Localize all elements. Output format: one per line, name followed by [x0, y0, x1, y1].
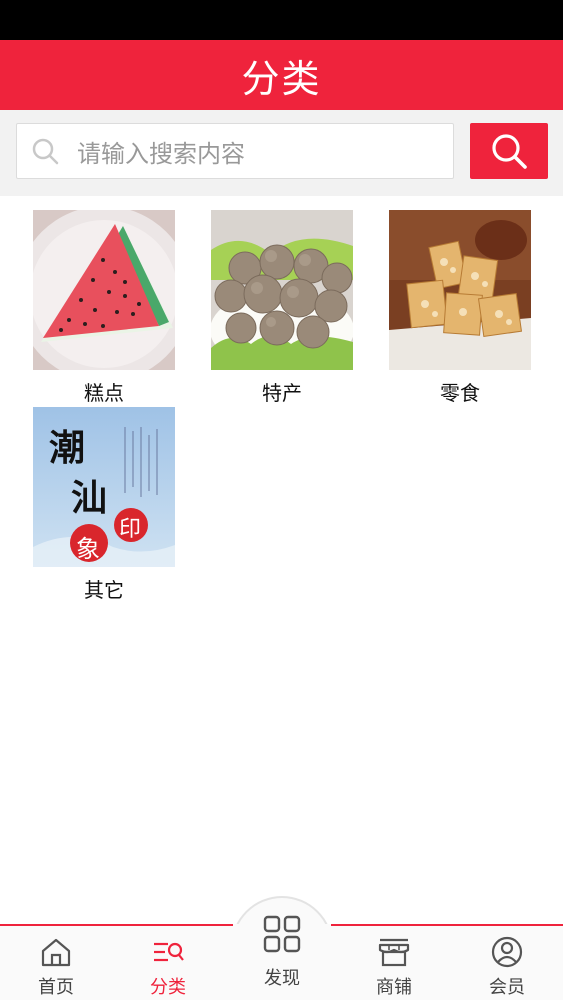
search-button[interactable]: [470, 123, 548, 179]
poster-text-shan: 汕: [71, 477, 108, 519]
search-icon: [32, 138, 59, 165]
poster-seal-xiang: 象: [76, 535, 100, 563]
category-label: 其它: [84, 578, 124, 602]
tab-store[interactable]: 商铺: [338, 926, 450, 1002]
category-icon: [154, 942, 184, 962]
tab-label: 分类: [150, 977, 186, 998]
tab-label: 首页: [38, 977, 74, 998]
category-image: [33, 210, 175, 370]
tab-label: 发现: [264, 968, 300, 989]
home-icon: [41, 938, 71, 967]
tab-category[interactable]: 分类: [112, 926, 224, 1002]
category-label: 零食: [440, 381, 480, 405]
tab-label: 商铺: [376, 977, 412, 998]
grid-icon: [263, 915, 301, 953]
category-image: [389, 210, 531, 370]
category-item-pastry[interactable]: 糕点: [33, 210, 175, 406]
poster-seal-yin: 印: [119, 517, 142, 542]
category-image: 潮 汕 印 象: [33, 407, 175, 567]
tab-member[interactable]: 会员: [451, 926, 563, 1002]
search-bar: 请输入搜索内容: [0, 110, 563, 196]
header: 分类: [0, 40, 563, 110]
search-input[interactable]: 请输入搜索内容: [16, 123, 454, 179]
store-icon: [378, 938, 410, 967]
tab-label: 会员: [489, 977, 525, 998]
category-item-snacks[interactable]: 零食: [389, 210, 531, 406]
tab-discover[interactable]: 发现: [231, 900, 333, 1000]
category-item-other[interactable]: 潮 汕 印 象 其它: [33, 407, 175, 603]
category-image: [211, 210, 353, 370]
category-label: 糕点: [84, 381, 124, 405]
poster-text-chao: 潮: [49, 427, 86, 469]
search-placeholder: 请输入搜索内容: [77, 139, 245, 168]
page-title: 分类: [241, 56, 322, 101]
tab-home[interactable]: 首页: [0, 926, 112, 1002]
category-item-specialty[interactable]: 特产: [211, 210, 353, 406]
search-icon: [492, 134, 527, 169]
user-icon: [491, 936, 523, 968]
category-label: 特产: [262, 381, 302, 405]
status-bar: [0, 0, 563, 40]
